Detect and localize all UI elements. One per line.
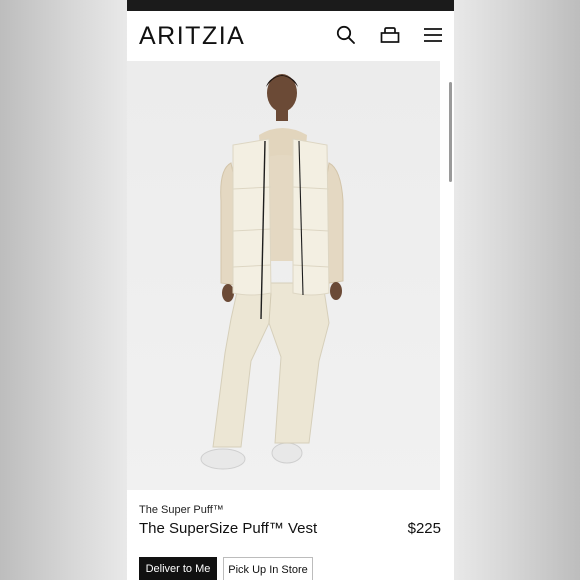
deliver-to-me-button[interactable]: Deliver to Me bbox=[139, 557, 217, 580]
status-bar bbox=[127, 0, 454, 11]
image-scrollbar[interactable] bbox=[449, 82, 452, 182]
bag-icon[interactable] bbox=[379, 24, 401, 46]
pick-up-in-store-button[interactable]: Pick Up In Store bbox=[223, 557, 313, 580]
search-icon[interactable] bbox=[335, 24, 357, 46]
product-price: $225 bbox=[407, 520, 441, 537]
product-image[interactable] bbox=[127, 61, 440, 490]
brand-logo[interactable]: ARITZIA bbox=[139, 22, 245, 51]
phone-screen: ARITZIA The Super Puff™ The SuperSize Pu… bbox=[127, 0, 454, 580]
product-name: The SuperSize Puff™ Vest bbox=[139, 520, 318, 537]
product-brand[interactable]: The Super Puff™ bbox=[139, 504, 224, 516]
site-header: ARITZIA bbox=[127, 11, 454, 61]
menu-icon[interactable] bbox=[422, 24, 444, 46]
